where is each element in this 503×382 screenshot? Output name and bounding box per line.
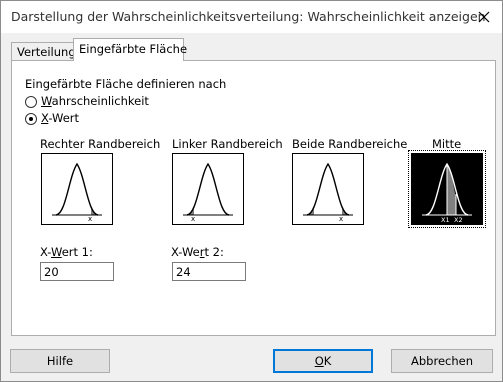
dialog-window: Darstellung der Wahrscheinlichkeitsverte… <box>0 0 503 382</box>
region-label: Mitte <box>432 137 462 151</box>
middle-thumbnail[interactable]: X1 X2 <box>408 150 486 228</box>
x-value-1-input[interactable]: 20 <box>40 262 114 281</box>
title-bar: Darstellung der Wahrscheinlichkeitsverte… <box>1 1 502 33</box>
x-value-2-label: X-Wert 2: <box>171 245 224 259</box>
tab-panel: Eingefärbte Fläche definieren nach Wahrs… <box>11 60 496 336</box>
tab-label: Eingefärbte Fläche <box>79 42 188 56</box>
left-tail-curve-icon: x <box>183 162 233 223</box>
region-label: Linker Randbereich <box>172 137 283 151</box>
radio-label: X-Wert <box>41 111 80 125</box>
radio-button[interactable] <box>25 96 37 108</box>
both-tails-thumbnail[interactable]: x <box>292 153 364 225</box>
left-tail-thumbnail[interactable]: x <box>172 153 244 225</box>
window-title: Darstellung der Wahrscheinlichkeitsverte… <box>11 9 486 24</box>
tab-verteilung[interactable]: Verteilung <box>11 42 77 60</box>
marker-x1: X1 <box>441 216 450 224</box>
region-label: Rechter Randbereich <box>40 137 161 151</box>
x-value-1-label: X-Wert 1: <box>40 245 93 259</box>
region-label: Beide Randbereiche <box>292 137 408 151</box>
tab-eingefaerbte-flaeche[interactable]: Eingefärbte Fläche <box>73 38 188 61</box>
close-icon[interactable] <box>474 7 494 27</box>
radio-label: Wahrscheinlichkeit <box>41 94 149 108</box>
ok-button[interactable]: OK <box>273 349 373 373</box>
marker-x: x <box>88 215 92 223</box>
both-tails-curve-icon: x <box>303 162 353 223</box>
radio-button[interactable] <box>25 113 37 125</box>
tab-label: Verteilung <box>17 45 76 59</box>
cancel-button[interactable]: Abbrechen <box>391 349 493 373</box>
radio-dot <box>29 117 33 121</box>
right-tail-curve-icon: x <box>52 162 102 223</box>
help-button[interactable]: Hilfe <box>10 349 110 373</box>
right-tail-thumbnail[interactable]: x <box>41 153 113 225</box>
marker-x: x <box>191 215 195 223</box>
define-heading: Eingefärbte Fläche definieren nach <box>25 77 227 91</box>
ok-label-rest: K <box>323 354 332 368</box>
ok-label-mnemonic: O <box>314 354 324 368</box>
x-value-2-input[interactable]: 24 <box>172 262 246 281</box>
marker-x2: X2 <box>454 216 463 224</box>
marker-x: x <box>339 215 343 223</box>
middle-curve-icon: X1 X2 <box>422 162 472 224</box>
